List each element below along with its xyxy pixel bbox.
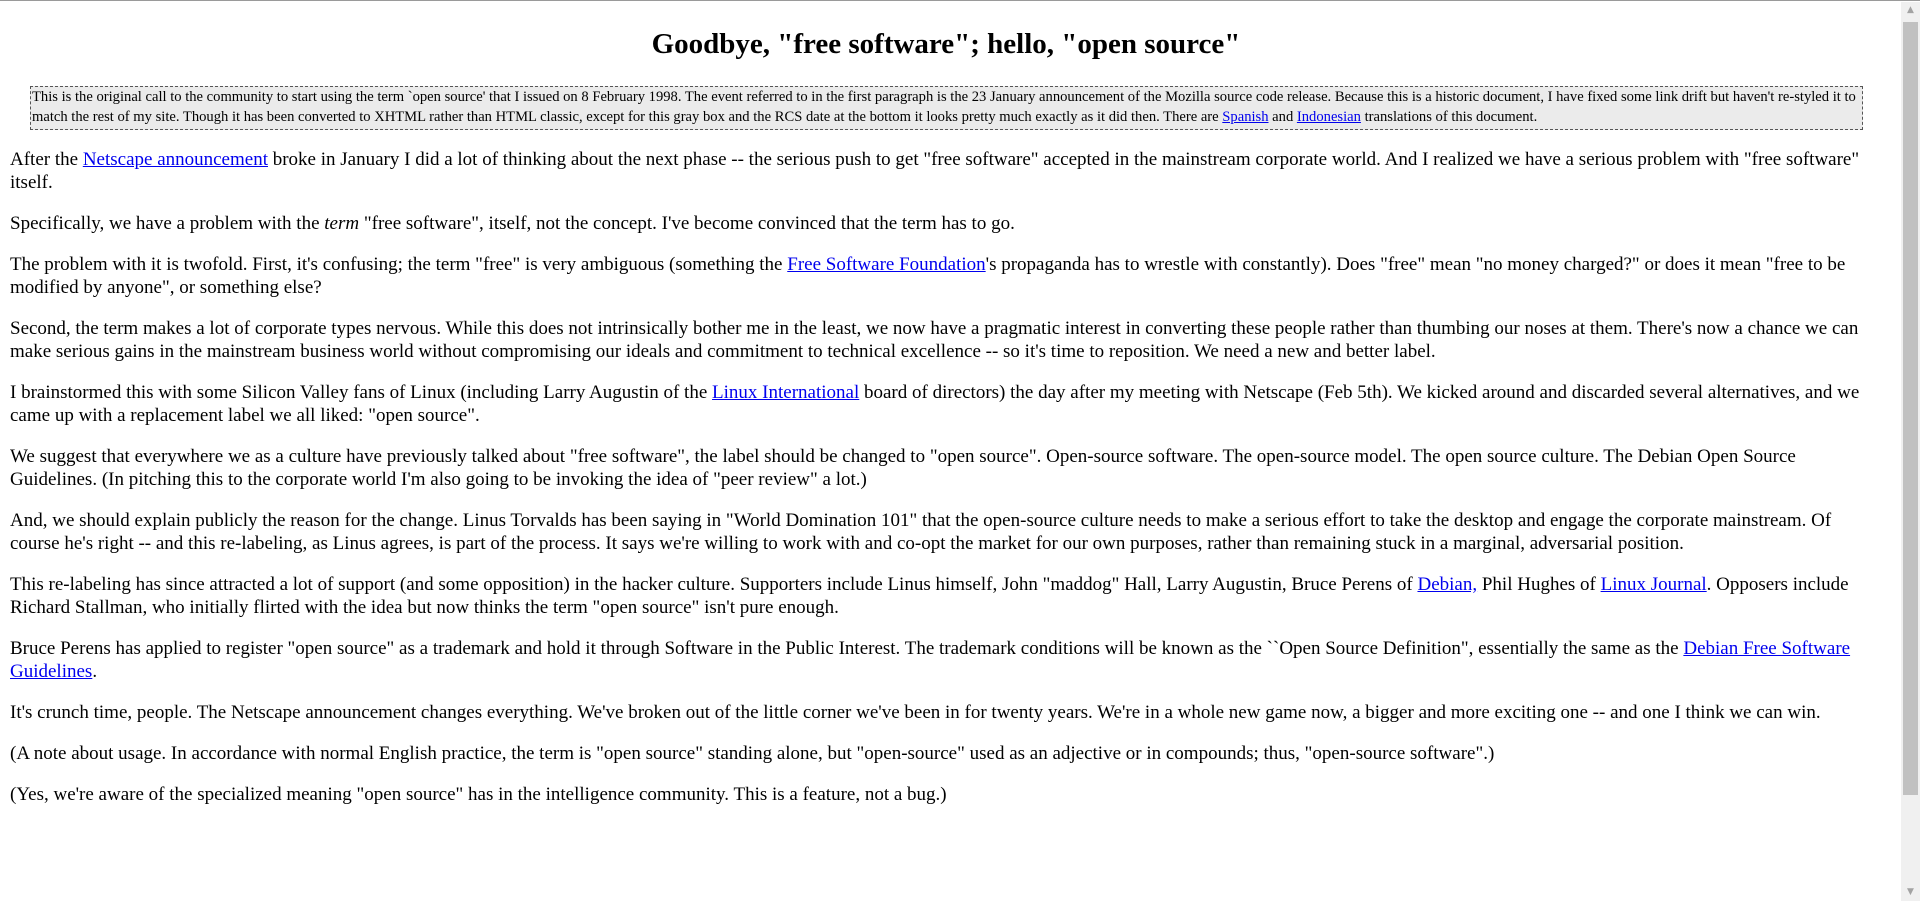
paragraph-text: The problem with it is twofold. First, i… (10, 254, 788, 275)
paragraph-11: (A note about usage. In accordance with … (10, 743, 1495, 764)
linux-international-link[interactable]: Linux International (712, 382, 859, 403)
linux-journal-link[interactable]: Linux Journal (1601, 574, 1707, 595)
paragraph-12: (Yes, we're aware of the specialized mea… (10, 784, 947, 805)
paragraph-3: The problem with it is twofold. First, i… (10, 253, 1882, 299)
scrollbar-thumb[interactable] (1903, 22, 1918, 795)
indonesian-translation-link[interactable]: Indonesian (1297, 109, 1361, 125)
paragraph-text: . (92, 661, 98, 682)
spanish-translation-link[interactable]: Spanish (1222, 109, 1268, 125)
document-body: Goodbye, "free software"; hello, "open s… (10, 1, 1882, 806)
paragraph-4: Second, the term makes a lot of corporat… (10, 318, 1859, 362)
notice-text: and (1268, 108, 1297, 125)
paragraph-text: After the (10, 149, 83, 170)
notice-text: translations of this document. (1360, 108, 1538, 125)
paragraph-10: It's crunch time, people. The Netscape a… (10, 702, 1821, 723)
vertical-scrollbar[interactable]: ▲ ▼ (1901, 2, 1920, 901)
scroll-up-arrow-icon[interactable]: ▲ (1901, 2, 1920, 19)
paragraph-1: After the Netscape announcement broke in… (10, 148, 1882, 194)
notice-text: This is the original call to the communi… (32, 89, 1856, 125)
debian-link[interactable]: Debian, (1417, 574, 1477, 595)
paragraph-8: This re-labeling has since attracted a l… (10, 573, 1882, 619)
paragraph-6: We suggest that everywhere we as a cultu… (10, 446, 1796, 490)
paragraph-text: "free software", itself, not the concept… (359, 213, 1015, 234)
historic-notice-box: This is the original call to the communi… (30, 86, 1863, 130)
paragraph-text: This re-labeling has since attracted a l… (10, 574, 1418, 595)
free-software-foundation-link[interactable]: Free Software Foundation (787, 254, 985, 275)
paragraph-7: And, we should explain publicly the reas… (10, 510, 1832, 554)
paragraph-text: Specifically, we have a problem with the (10, 213, 325, 234)
paragraph-text: Bruce Perens has applied to register "op… (10, 638, 1684, 659)
paragraph-text: broke in January I did a lot of thinking… (10, 149, 1860, 193)
paragraph-text: Phil Hughes of (1477, 574, 1601, 595)
paragraph-text: I brainstormed this with some Silicon Va… (10, 382, 713, 403)
scroll-down-arrow-icon[interactable]: ▼ (1901, 884, 1920, 901)
paragraph-5: I brainstormed this with some Silicon Va… (10, 381, 1882, 427)
paragraph-2: Specifically, we have a problem with the… (10, 212, 1882, 235)
paragraph-9: Bruce Perens has applied to register "op… (10, 637, 1882, 683)
netscape-announcement-link[interactable]: Netscape announcement (83, 149, 268, 170)
page-title: Goodbye, "free software"; hello, "open s… (651, 28, 1241, 60)
emphasis-term: term (324, 213, 360, 234)
